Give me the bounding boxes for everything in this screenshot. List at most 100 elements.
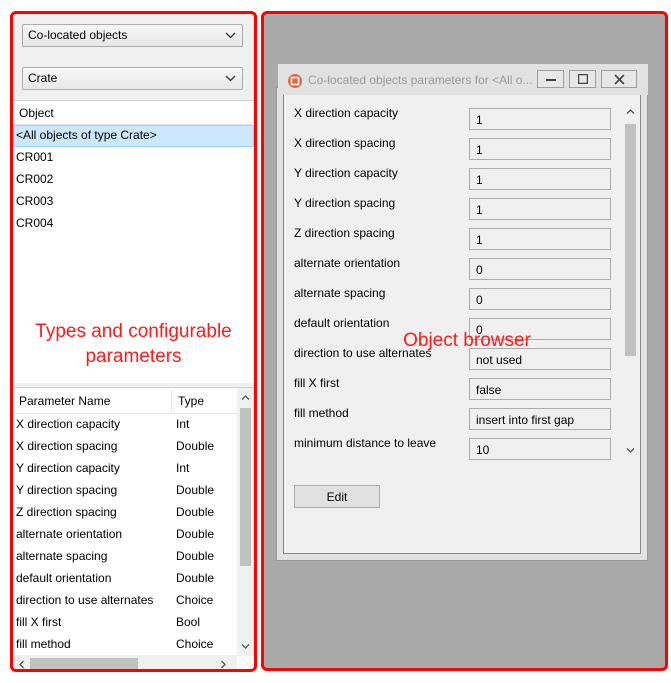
field-row: X direction spacing 1	[284, 136, 614, 166]
param-type: Choice	[176, 637, 214, 651]
param-name: Z direction spacing	[16, 505, 117, 519]
object-browser-panel: Co-located objects parameters for <All o…	[261, 11, 668, 671]
field-value[interactable]: 1	[469, 108, 611, 130]
field-label: alternate orientation	[294, 256, 401, 270]
object-list-header[interactable]: Object	[13, 101, 254, 125]
table-row[interactable]: X direction spacing Double	[13, 436, 254, 458]
scroll-down-icon[interactable]	[241, 643, 250, 650]
field-label: alternate spacing	[294, 286, 386, 300]
field-value[interactable]: 0	[469, 258, 611, 280]
maximize-button[interactable]	[569, 70, 596, 88]
column-header-parameter-name[interactable]: Parameter Name	[19, 394, 110, 408]
field-label: Z direction spacing	[294, 226, 395, 240]
scrollbar-thumb[interactable]	[30, 658, 138, 669]
list-item[interactable]: CR003	[13, 191, 254, 213]
param-name: X direction capacity	[16, 417, 121, 431]
param-type: Double	[176, 483, 215, 497]
field-value[interactable]: 1	[469, 168, 611, 190]
field-value[interactable]: 0	[469, 288, 611, 310]
browser-overlay-label: Object browser	[403, 330, 531, 351]
object-list: Object <All objects of type Crate> CR001…	[13, 100, 254, 383]
field-value[interactable]: false	[469, 378, 611, 400]
scroll-left-icon[interactable]	[18, 660, 25, 669]
edit-button[interactable]: Edit	[294, 485, 380, 508]
param-name: Y direction spacing	[16, 483, 118, 497]
param-name: direction to use alternates	[16, 593, 154, 607]
field-label: fill method	[294, 406, 349, 420]
parameter-table-header: Parameter Name Type	[13, 388, 254, 414]
param-type: Double	[176, 439, 215, 453]
chevron-down-icon	[225, 75, 236, 82]
type-dropdown[interactable]: Crate	[22, 67, 243, 90]
field-value[interactable]: insert into first gap	[469, 408, 611, 430]
field-row: Y direction capacity 1	[284, 166, 614, 196]
column-divider	[171, 390, 172, 412]
scrollbar-thumb[interactable]	[240, 408, 251, 566]
table-row[interactable]: Y direction capacity Int	[13, 458, 254, 480]
field-row: fill X first false	[284, 376, 614, 406]
param-name: alternate orientation	[16, 527, 123, 541]
param-type: Double	[176, 527, 215, 541]
field-label: minimum distance to leave	[294, 436, 437, 450]
app-icon	[288, 74, 302, 88]
field-value[interactable]: 10	[469, 438, 611, 460]
list-item[interactable]: CR004	[13, 213, 254, 235]
field-row: minimum distance to leave 10	[284, 436, 614, 466]
table-row[interactable]: alternate orientation Double	[13, 524, 254, 546]
field-row: alternate orientation 0	[284, 256, 614, 286]
scroll-right-icon[interactable]	[220, 660, 227, 669]
scroll-up-icon[interactable]	[626, 108, 635, 115]
field-value[interactable]: 1	[469, 138, 611, 160]
field-row: Z direction spacing 1	[284, 226, 614, 256]
list-item-all-objects[interactable]: <All objects of type Crate>	[13, 125, 254, 147]
param-name: X direction spacing	[16, 439, 118, 453]
field-row: alternate spacing 0	[284, 286, 614, 316]
dialog-title: Co-located objects parameters for <All o…	[308, 73, 533, 87]
mode-dropdown-value: Co-located objects	[28, 28, 128, 42]
maximize-icon	[578, 74, 588, 84]
list-item[interactable]: CR002	[13, 169, 254, 191]
param-type: Int	[176, 417, 190, 431]
table-row[interactable]: default orientation Double	[13, 568, 254, 590]
scroll-down-icon[interactable]	[626, 447, 635, 454]
table-row[interactable]: direction to use alternates Choice	[13, 590, 254, 612]
dialog-title-bar[interactable]: Co-located objects parameters for <All o…	[278, 64, 648, 95]
minimize-button[interactable]	[537, 70, 564, 88]
field-row: Y direction spacing 1	[284, 196, 614, 226]
types-panel: Co-located objects Crate Object <All obj…	[10, 11, 257, 672]
close-icon	[614, 74, 625, 85]
field-value[interactable]: 1	[469, 198, 611, 220]
param-name: Y direction capacity	[16, 461, 120, 475]
table-row[interactable]: Z direction spacing Double	[13, 502, 254, 524]
param-type: Int	[176, 461, 190, 475]
table-row[interactable]: Y direction spacing Double	[13, 480, 254, 502]
param-name: alternate spacing	[16, 549, 108, 563]
param-name: fill method	[16, 637, 71, 651]
field-label: X direction capacity	[294, 106, 399, 120]
table-row[interactable]: fill method Choice	[13, 634, 254, 656]
column-header-type[interactable]: Type	[178, 394, 204, 408]
close-button[interactable]	[601, 70, 637, 88]
mode-dropdown[interactable]: Co-located objects	[22, 24, 243, 47]
minimize-icon	[546, 79, 556, 81]
type-dropdown-value: Crate	[28, 71, 58, 85]
field-label: fill X first	[294, 376, 340, 390]
field-value[interactable]: 1	[469, 228, 611, 250]
param-name: fill X first	[16, 615, 62, 629]
list-item[interactable]: CR001	[13, 147, 254, 169]
parameters-dialog: Co-located objects parameters for <All o…	[278, 64, 648, 554]
overlay-label-line: Types and configurable	[35, 321, 232, 342]
table-row[interactable]: alternate spacing Double	[13, 546, 254, 568]
field-label: default orientation	[294, 316, 390, 330]
scrollbar-thumb[interactable]	[625, 124, 636, 356]
horizontal-scrollbar[interactable]	[13, 655, 237, 669]
overlay-label-line: parameters	[85, 346, 182, 367]
table-row[interactable]: fill X first Bool	[13, 612, 254, 634]
dialog-vertical-scrollbar[interactable]	[623, 102, 638, 460]
param-type: Double	[176, 549, 215, 563]
table-row[interactable]: X direction capacity Int	[13, 414, 254, 436]
vertical-scrollbar[interactable]	[237, 388, 254, 656]
scroll-up-icon[interactable]	[241, 394, 250, 401]
field-label: Y direction spacing	[294, 196, 396, 210]
param-name: default orientation	[16, 571, 112, 585]
